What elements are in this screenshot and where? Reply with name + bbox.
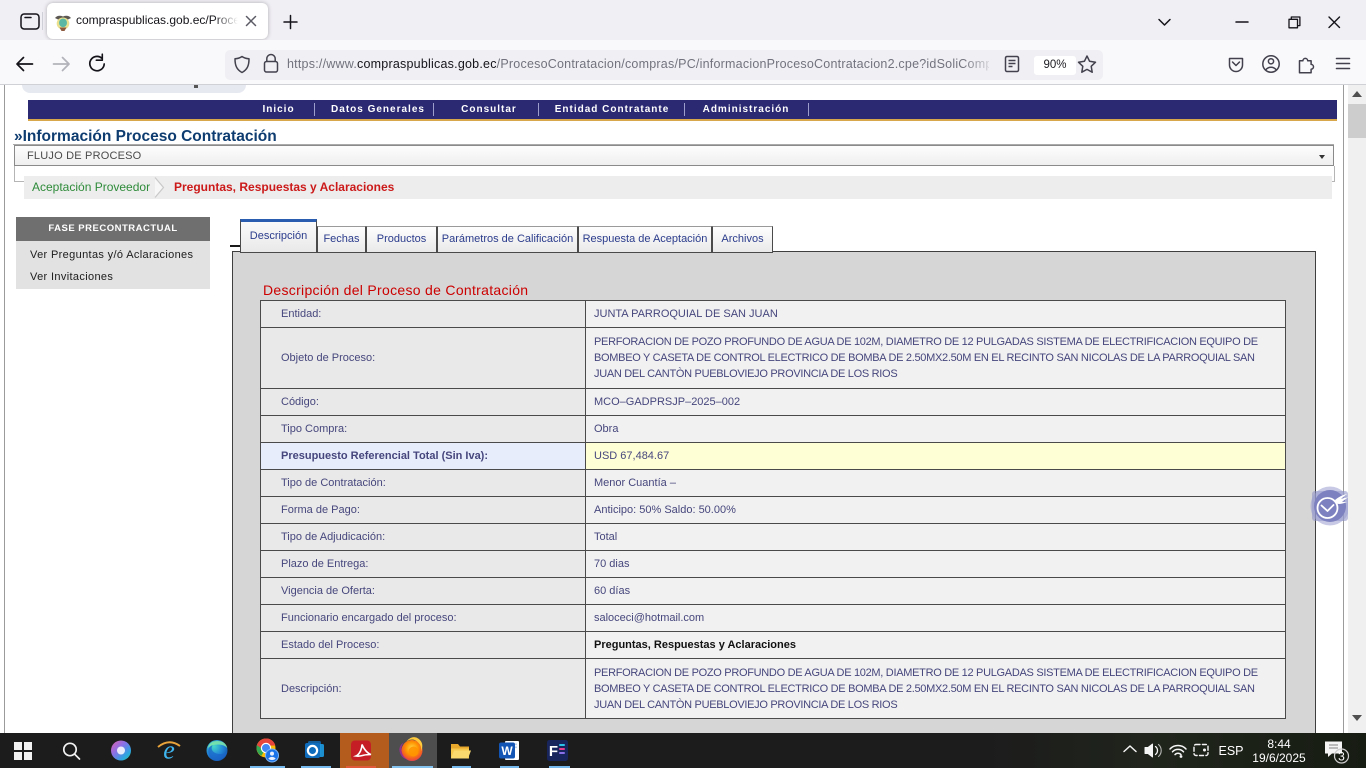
svg-text:W: W	[501, 744, 513, 758]
svg-text:ESP: ESP	[1218, 744, 1243, 758]
svg-text:F: F	[549, 743, 558, 760]
svg-text:3: 3	[1338, 750, 1345, 764]
svg-text:8:44: 8:44	[1267, 737, 1291, 751]
svg-text:19/6/2025: 19/6/2025	[1252, 751, 1306, 765]
svg-text:e: e	[163, 736, 175, 765]
